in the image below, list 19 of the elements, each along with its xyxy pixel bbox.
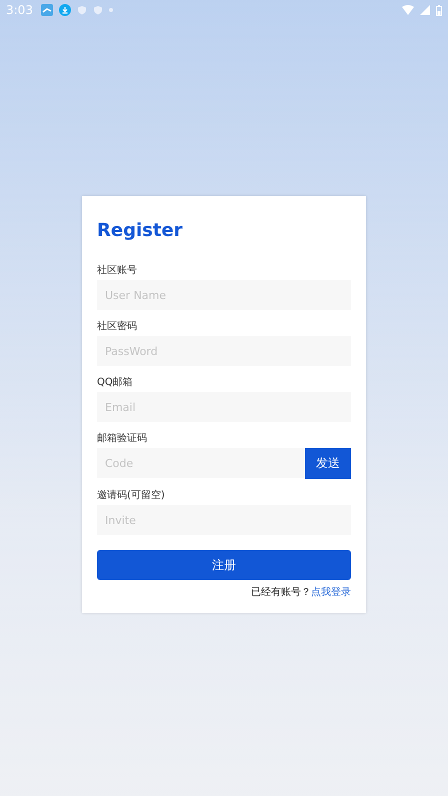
status-time: 3:03 xyxy=(6,3,33,17)
shield-icon xyxy=(76,5,87,15)
shield-icon xyxy=(92,5,103,15)
signal-icon xyxy=(420,5,430,15)
notification-icon xyxy=(40,4,53,16)
field-label: 社区账号 xyxy=(97,264,138,277)
dot-icon xyxy=(108,8,113,12)
field-label: 邀请码(可留空) xyxy=(97,489,166,502)
login-link[interactable]: 点我登录 xyxy=(311,586,351,599)
form-title: Register xyxy=(97,219,184,243)
download-icon xyxy=(58,4,71,16)
register-button[interactable]: 注册 xyxy=(97,550,351,580)
login-prompt: 已经有账号？ xyxy=(251,586,311,599)
wifi-icon xyxy=(402,5,414,15)
field-label: 社区密码 xyxy=(97,320,138,333)
send-button[interactable]: 发送 xyxy=(305,448,351,479)
field-label: 邮箱验证码 xyxy=(97,432,148,445)
field-label: QQ邮箱 xyxy=(97,376,134,389)
battery-icon xyxy=(436,4,442,16)
